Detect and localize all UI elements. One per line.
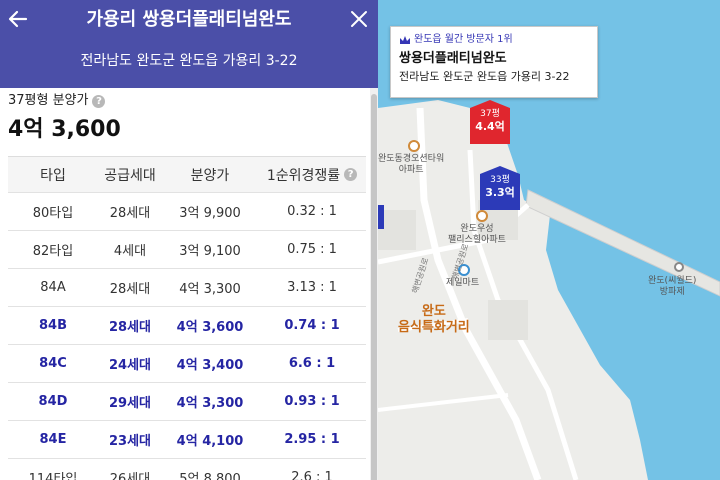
cell-type: 84D	[38, 394, 68, 409]
food-street-line1: 완도	[421, 304, 446, 319]
poi-apt2-line1: 완도우성	[460, 224, 494, 234]
table-row: 84A 28세대 4억 3,300 3.13 : 1	[8, 269, 366, 307]
close-icon[interactable]	[348, 8, 370, 30]
cell-units: 23세대	[108, 434, 151, 449]
cell-price: 3억 9,100	[179, 244, 241, 259]
table-body: 80타입 28세대 3억 9,900 0.32 : 1 82타입 4세대 3억 9,100 0…	[8, 193, 366, 480]
cell-price: 4억 3,300	[179, 282, 241, 297]
apartment-icon[interactable]	[476, 210, 488, 222]
cell-ratio: 0.93 : 1	[284, 394, 340, 409]
breakwater-line1: 완도(씨월드)	[648, 276, 697, 286]
cell-type: 84C	[39, 356, 67, 371]
poi-apt1-line1: 완도동경오션타워	[378, 154, 445, 164]
breakwater-line2: 방파제	[659, 287, 685, 297]
table-header-row: 타입 공급세대 분양가 1순위경쟁률 ?	[8, 157, 366, 193]
cell-units: 28세대	[109, 206, 151, 221]
cell-units: 24세대	[108, 358, 151, 373]
panel-header: 가용리 쌍용더플래티넘완도 전라남도 완도군 완도읍 가용리 3-22	[0, 0, 378, 88]
cell-price: 3억 9,900	[179, 206, 241, 221]
cell-ratio: 2.6 : 1	[291, 470, 333, 480]
complex-address: 전라남도 완도군 완도읍 가용리 3-22	[80, 53, 298, 69]
cell-price: 4억 4,100	[176, 434, 244, 449]
landmark-icon[interactable]	[674, 262, 684, 272]
price-pin-37[interactable]: 37평 4.4억	[470, 100, 510, 144]
poi-apt2-line2: 팰리스힐아파트	[448, 235, 506, 245]
food-street-line2: 음식특화거리	[398, 320, 470, 335]
cell-type: 80타입	[32, 206, 74, 221]
cell-units: 29세대	[108, 396, 151, 411]
pin-price: 4.4억	[475, 120, 505, 133]
cell-ratio: 2.95 : 1	[284, 432, 340, 447]
poi-mart-name: 제일마트	[446, 278, 480, 288]
column-header-units: 공급세대	[104, 167, 156, 184]
sale-price: 4억 3,600	[8, 117, 121, 142]
poi-apt1-name: 완도동경오션타워 아파트	[378, 154, 444, 176]
table-row: 114타입 26세대 5억 8,800 2.6 : 1	[8, 459, 366, 480]
table-row: 84C 24세대 4억 3,400 6.6 : 1	[8, 345, 366, 383]
column-header-price: 분양가	[190, 167, 230, 184]
crown-icon	[400, 36, 410, 44]
cell-type: 84E	[39, 432, 67, 447]
cell-type: 84A	[40, 280, 66, 295]
pyeong-type-text: 37평형 분양가	[8, 93, 89, 108]
ratio-header-text: 1순위경쟁률	[266, 167, 341, 184]
scrollbar-thumb[interactable]	[371, 94, 377, 480]
poi-apt1-line2: 아파트	[398, 165, 424, 175]
pin-size: 33평	[490, 175, 510, 185]
cell-units: 28세대	[108, 320, 151, 335]
help-icon[interactable]: ?	[92, 94, 106, 108]
column-header-type: 타입	[40, 167, 66, 184]
cell-units: 28세대	[109, 282, 151, 297]
cell-ratio: 0.74 : 1	[284, 318, 340, 333]
breakwater-name: 완도(씨월드) 방파제	[648, 276, 696, 298]
food-street-name: 완도 음식특화거리	[398, 304, 470, 336]
cell-ratio: 0.32 : 1	[287, 204, 337, 219]
cell-ratio: 6.6 : 1	[288, 356, 336, 371]
pin-size: 37평	[480, 109, 500, 119]
table-row: 84B 28세대 4억 3,600 0.74 : 1	[8, 307, 366, 345]
pyeong-type-label: 37평형 분양가 ?	[8, 92, 106, 110]
table-row: 84E 23세대 4억 4,100 2.95 : 1	[8, 421, 366, 459]
back-arrow-icon[interactable]	[6, 7, 30, 31]
detail-panel: 가용리 쌍용더플래티넘완도 전라남도 완도군 완도읍 가용리 3-22 37평형…	[0, 0, 378, 480]
cell-type: 84B	[39, 318, 67, 333]
cell-price: 4억 3,600	[176, 320, 244, 335]
supply-table: 타입 공급세대 분양가 1순위경쟁률 ? 80타입 28세대 3억 9,900 0.3…	[8, 156, 366, 480]
column-header-ratio: 1순위경쟁률 ?	[258, 165, 366, 185]
poi-apt2-name: 완도우성 팰리스힐아파트	[448, 224, 506, 246]
cell-ratio: 3.13 : 1	[287, 280, 337, 295]
price-pin-33[interactable]: 33평 3.3억	[480, 166, 520, 210]
callout-address: 전라남도 완도군 완도읍 가용리 3-22	[399, 70, 570, 83]
cell-units: 4세대	[113, 244, 147, 259]
visitor-rank-text: 완도읍 월간 방문자 1위	[414, 34, 513, 45]
callout-name: 쌍용더플래티넘완도	[399, 51, 507, 66]
cell-type: 114타입	[28, 472, 78, 480]
cell-units: 26세대	[109, 472, 151, 480]
cell-ratio: 0.75 : 1	[287, 242, 337, 257]
map-view[interactable]: 완도읍 월간 방문자 1위 쌍용더플래티넘완도 전라남도 완도군 완도읍 가용리…	[378, 0, 720, 480]
panel-scrollbar[interactable]	[370, 88, 378, 480]
visitor-rank-badge: 완도읍 월간 방문자 1위	[399, 33, 589, 47]
complex-callout[interactable]: 완도읍 월간 방문자 1위 쌍용더플래티넘완도 전라남도 완도군 완도읍 가용리…	[390, 26, 598, 98]
cell-price: 5억 8,800	[179, 472, 241, 480]
cell-price: 4억 3,300	[176, 396, 244, 411]
pin-price: 3.3억	[485, 186, 515, 199]
table-row: 82타입 4세대 3억 9,100 0.75 : 1	[8, 231, 366, 269]
complex-title: 가용리 쌍용더플래티넘완도	[86, 9, 292, 30]
help-icon[interactable]: ?	[344, 168, 358, 181]
cell-type: 82타입	[32, 244, 74, 259]
apartment-icon[interactable]	[408, 140, 420, 152]
table-row: 84D 29세대 4억 3,300 0.93 : 1	[8, 383, 366, 421]
cell-price: 4억 3,400	[176, 358, 244, 373]
table-row: 80타입 28세대 3억 9,900 0.32 : 1	[8, 193, 366, 231]
